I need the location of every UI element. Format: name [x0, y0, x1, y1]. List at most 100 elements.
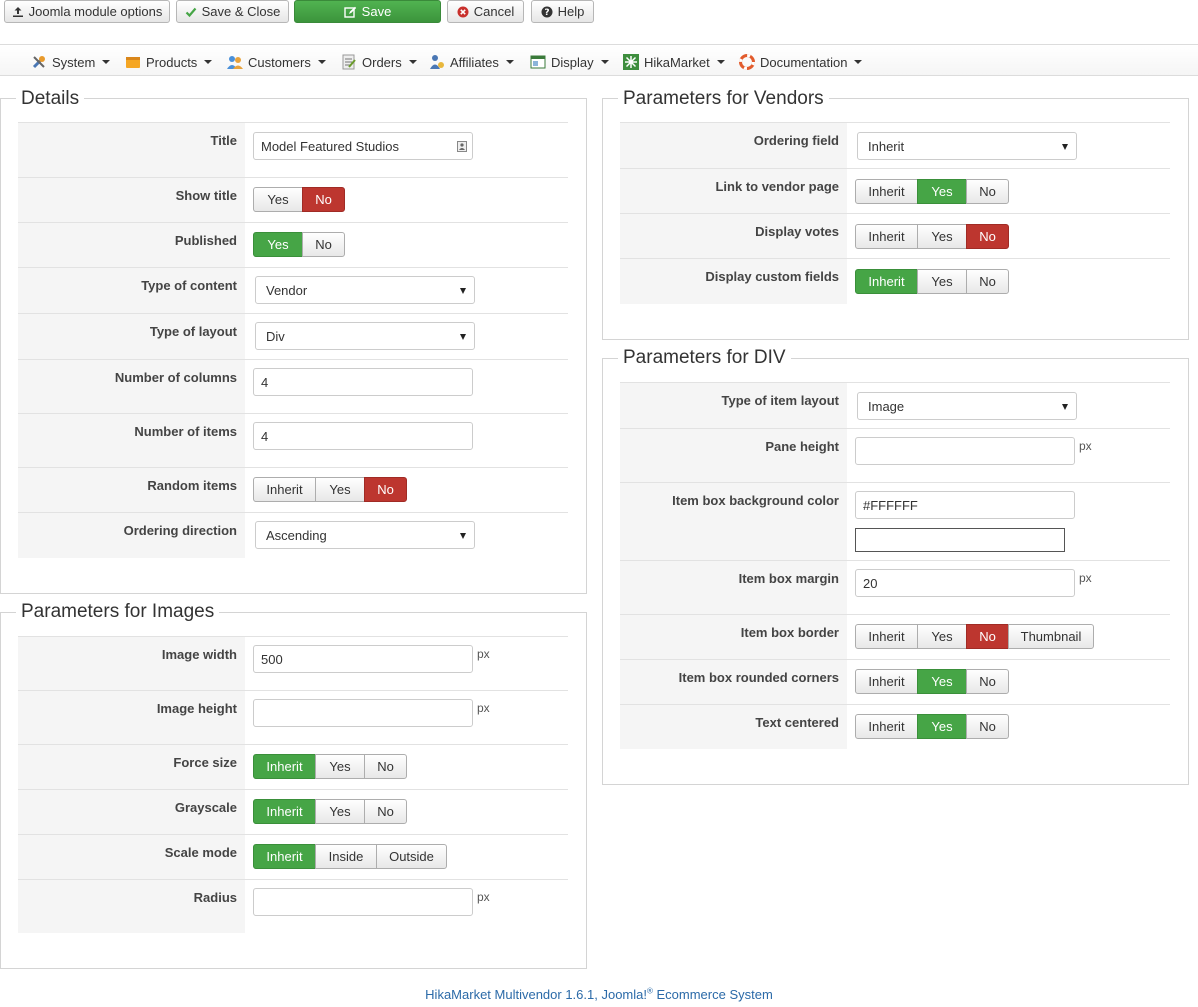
radius-label: Radius	[193, 890, 237, 905]
items-input[interactable]: 4	[253, 422, 473, 450]
scale-mode-inherit-button[interactable]: Inherit	[253, 844, 316, 869]
affiliates-icon	[430, 55, 444, 69]
bg-color-swatch[interactable]	[855, 528, 1065, 552]
scale-mode-inside-button[interactable]: Inside	[315, 844, 377, 869]
link-vendor-label: Link to vendor page	[715, 179, 839, 194]
scale-mode-outside-button[interactable]: Outside	[376, 844, 447, 869]
ordering-field-select[interactable]: Inherit	[857, 132, 1077, 160]
image-height-value-cell: px	[245, 690, 568, 744]
grayscale-inherit-button[interactable]: Inherit	[253, 799, 316, 824]
scale-mode-toggle: Inherit Inside Outside	[253, 844, 447, 869]
ordering-select[interactable]: Ascending	[255, 521, 475, 549]
bg-color-input[interactable]: #FFFFFF	[855, 491, 1075, 519]
text-centered-inherit-button[interactable]: Inherit	[855, 714, 918, 739]
footer-link[interactable]: HikaMarket Multivendor 1.6.1, Joomla!® E…	[425, 987, 773, 1002]
menu-display[interactable]: Display	[530, 53, 609, 71]
columns-value-cell: 4	[245, 359, 568, 413]
lifebuoy-icon	[739, 54, 755, 70]
image-width-label: Image width	[161, 647, 237, 662]
image-width-input[interactable]: 500	[253, 645, 473, 673]
custom-fields-yes-button[interactable]: Yes	[917, 269, 967, 294]
rounded-yes-button[interactable]: Yes	[917, 669, 967, 694]
link-vendor-inherit-button[interactable]: Inherit	[855, 179, 918, 204]
text-centered-toggle: Inherit Yes No	[855, 714, 1009, 739]
show-title-no-button[interactable]: No	[302, 187, 345, 212]
box-border-yes-button[interactable]: Yes	[917, 624, 967, 649]
type-layout-select[interactable]: Div	[255, 322, 475, 350]
rounded-label: Item box rounded corners	[678, 670, 839, 685]
pane-height-input[interactable]	[855, 437, 1075, 465]
text-centered-label-cell: Text centered	[620, 704, 847, 749]
text-centered-yes-button[interactable]: Yes	[917, 714, 967, 739]
joomla-module-options-button[interactable]: Joomla module options	[4, 0, 170, 23]
upload-icon	[12, 6, 23, 17]
random-yes-button[interactable]: Yes	[315, 477, 365, 502]
radius-input[interactable]	[253, 888, 473, 916]
force-size-inherit-button[interactable]: Inherit	[253, 754, 316, 779]
text-centered-no-button[interactable]: No	[966, 714, 1009, 739]
save-close-button[interactable]: Save & Close	[176, 0, 289, 23]
image-height-input[interactable]	[253, 699, 473, 727]
items-label: Number of items	[134, 424, 237, 439]
box-border-no-button[interactable]: No	[966, 624, 1009, 649]
link-vendor-no-button[interactable]: No	[966, 179, 1009, 204]
items-label-cell: Number of items	[18, 413, 245, 467]
title-input[interactable]: Model Featured Studios	[253, 132, 473, 160]
box-border-label: Item box border	[740, 625, 839, 640]
votes-yes-button[interactable]: Yes	[917, 224, 967, 249]
ordering-field-label-cell: Ordering field	[620, 122, 847, 168]
menu-system[interactable]: System	[31, 53, 111, 71]
columns-input[interactable]: 4	[253, 368, 473, 396]
menu-hikamarket[interactable]: HikaMarket	[623, 53, 725, 71]
custom-fields-inherit-button[interactable]: Inherit	[855, 269, 918, 294]
tools-icon	[32, 56, 45, 69]
menu-affiliates[interactable]: Affiliates	[429, 53, 514, 71]
image-width-unit: px	[477, 647, 490, 661]
dropdown-arrow-icon	[460, 533, 466, 539]
show-title-yes-button[interactable]: Yes	[253, 187, 303, 212]
title-label-cell: Title	[18, 122, 245, 177]
published-toggle: Yes No	[253, 232, 345, 257]
force-size-value-cell: Inherit Yes No	[245, 744, 568, 789]
image-height-label-cell: Image height	[18, 690, 245, 744]
type-content-select[interactable]: Vendor	[255, 276, 475, 304]
force-size-no-button[interactable]: No	[364, 754, 407, 779]
box-border-label-cell: Item box border	[620, 614, 847, 659]
save-label: Save	[361, 4, 392, 19]
chevron-down-icon	[317, 60, 326, 64]
type-layout-value-cell: Div	[245, 313, 568, 359]
random-value-cell: Inherit Yes No	[245, 467, 568, 512]
custom-fields-no-button[interactable]: No	[966, 269, 1009, 294]
images-legend: Parameters for Images	[16, 601, 220, 623]
menu-customers[interactable]: Customers	[227, 53, 326, 71]
box-border-inherit-button[interactable]: Inherit	[855, 624, 918, 649]
show-title-label: Show title	[175, 188, 237, 203]
dropdown-arrow-icon	[1062, 144, 1068, 150]
votes-inherit-button[interactable]: Inherit	[855, 224, 918, 249]
link-vendor-yes-button[interactable]: Yes	[917, 179, 967, 204]
random-label: Random items	[147, 478, 237, 493]
custom-fields-label-cell: Display custom fields	[620, 258, 847, 304]
save-button[interactable]: Save	[294, 0, 441, 23]
published-yes-button[interactable]: Yes	[253, 232, 303, 257]
grayscale-no-button[interactable]: No	[364, 799, 407, 824]
menu-products[interactable]: Products	[125, 53, 213, 71]
random-no-button[interactable]: No	[364, 477, 407, 502]
votes-no-button[interactable]: No	[966, 224, 1009, 249]
grayscale-yes-button[interactable]: Yes	[315, 799, 365, 824]
help-button[interactable]: ? Help	[531, 0, 594, 23]
published-no-button[interactable]: No	[302, 232, 345, 257]
ordering-label-cell: Ordering direction	[18, 512, 245, 558]
box-margin-input[interactable]: 20	[855, 569, 1075, 597]
box-border-thumbnail-button[interactable]: Thumbnail	[1008, 624, 1094, 649]
random-inherit-button[interactable]: Inherit	[253, 477, 316, 502]
rounded-no-button[interactable]: No	[966, 669, 1009, 694]
rounded-inherit-button[interactable]: Inherit	[855, 669, 918, 694]
menu-documentation[interactable]: Documentation	[739, 53, 863, 71]
grayscale-value-cell: Inherit Yes No	[245, 789, 568, 834]
force-size-yes-button[interactable]: Yes	[315, 754, 365, 779]
pane-height-unit: px	[1079, 439, 1092, 453]
item-layout-select[interactable]: Image	[857, 392, 1077, 420]
menu-orders[interactable]: Orders	[341, 53, 417, 71]
cancel-button[interactable]: Cancel	[447, 0, 524, 23]
